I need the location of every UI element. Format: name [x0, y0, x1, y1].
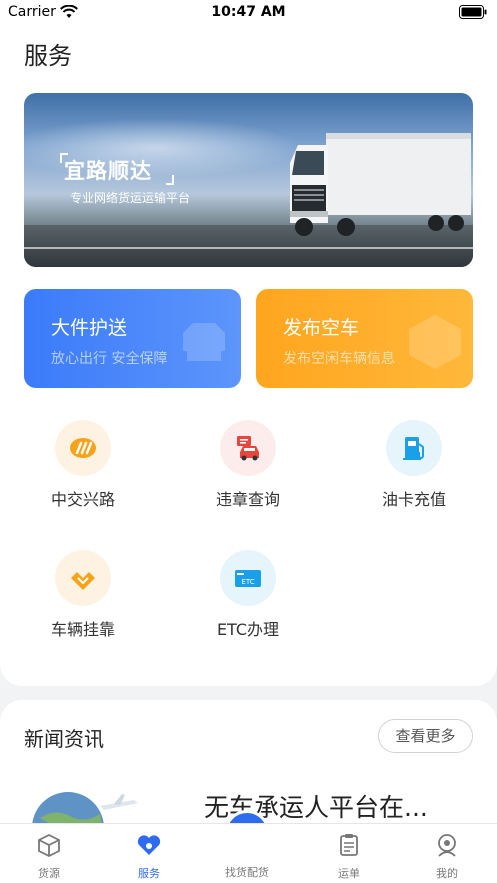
truck-illustration — [290, 133, 471, 236]
banner-road-line — [24, 247, 473, 249]
zhongjiao-icon-bg — [55, 420, 111, 476]
page-title: 服务 — [24, 42, 72, 70]
publish-deco-icon — [409, 315, 461, 369]
service-label: ETC办理 — [216, 620, 280, 639]
status-time: 10:47 AM — [211, 4, 286, 20]
service-label: 中交兴路 — [50, 490, 115, 509]
banner-subtitle: 专业网络货运运输平台 — [70, 191, 191, 205]
cube-icon — [38, 833, 60, 858]
heart-hands-icon — [71, 572, 95, 590]
service-vehicle-affiliation[interactable]: 车辆挂靠 — [28, 550, 138, 650]
publish-empty-truck-card[interactable]: 发布空车 发布空闲车辆信息 — [256, 289, 473, 388]
tab-services[interactable]: 服务 — [109, 824, 189, 883]
svg-text:ETC: ETC — [241, 578, 254, 586]
tab-label: 货源 — [38, 867, 60, 880]
services-panel: 服务 宜路顺达 专业网络货运运输平台 大件护送 放心出行 安全保障 发布空车 发… — [0, 26, 497, 686]
promo-banner[interactable]: 宜路顺达 专业网络货运运输平台 — [24, 93, 473, 267]
service-zhongjiao[interactable]: 中交兴路 — [28, 420, 138, 520]
fuel-icon-bg — [386, 420, 442, 476]
heart-service-icon — [137, 835, 161, 855]
battery-icon — [459, 5, 487, 19]
publish-subtitle: 发布空闲车辆信息 — [283, 351, 395, 367]
profile-icon — [438, 834, 456, 857]
escort-card[interactable]: 大件护送 放心出行 安全保障 — [24, 289, 241, 388]
escort-title: 大件护送 — [51, 317, 128, 339]
status-bar: Carrier 10:47 AM — [0, 0, 497, 26]
violation-icon-bg — [220, 420, 276, 476]
banner-bracket-right — [166, 175, 174, 185]
tab-waybill[interactable]: 运单 — [309, 824, 389, 883]
clipboard-icon — [340, 834, 358, 856]
service-label: 油卡充值 — [381, 490, 446, 509]
escort-subtitle: 放心出行 安全保障 — [51, 351, 168, 367]
etc-icon-bg: ETC — [220, 550, 276, 606]
news-title: 新闻资讯 — [24, 727, 104, 751]
view-more-button[interactable]: 查看更多 — [378, 719, 473, 753]
banner-title: 宜路顺达 — [64, 159, 152, 183]
tab-profile[interactable]: 我的 — [407, 824, 487, 883]
tab-label: 运单 — [338, 867, 360, 880]
zhongjiao-logo-icon — [70, 438, 96, 458]
service-etc[interactable]: ETC ETC办理 — [193, 550, 303, 650]
violation-car-icon — [237, 436, 259, 461]
service-violation[interactable]: 违章查询 — [193, 420, 303, 520]
affiliation-icon-bg — [55, 550, 111, 606]
escort-deco-icon — [183, 323, 225, 361]
tab-label: 服务 — [138, 867, 160, 880]
etc-card-icon: ETC — [235, 570, 261, 587]
fuel-pump-icon — [403, 437, 424, 460]
tab-label: 我的 — [436, 867, 458, 880]
service-label: 违章查询 — [215, 490, 280, 509]
publish-title: 发布空车 — [283, 317, 360, 339]
find-cargo-label: 找货配货 — [225, 866, 269, 879]
service-label: 车辆挂靠 — [50, 620, 115, 639]
service-fuel-card[interactable]: 油卡充值 — [359, 420, 469, 520]
tab-cargo-source[interactable]: 货源 — [9, 824, 89, 883]
